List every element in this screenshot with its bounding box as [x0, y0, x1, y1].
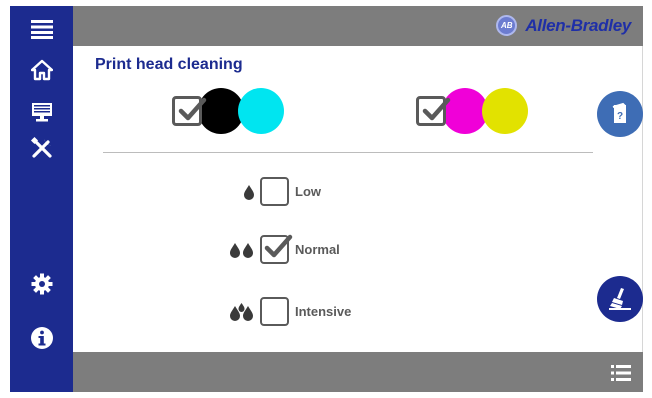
- tools-icon: [30, 136, 52, 158]
- menu-button[interactable]: [10, 9, 73, 49]
- option-low[interactable]: Low: [224, 177, 321, 206]
- menu-icon: [30, 20, 53, 39]
- option-label: Low: [295, 184, 321, 199]
- checkmark-icon: [264, 234, 293, 258]
- list-button[interactable]: [611, 364, 631, 387]
- option-label: Normal: [295, 242, 340, 257]
- settings-button[interactable]: [10, 264, 73, 304]
- option-intensive[interactable]: Intensive: [224, 297, 351, 326]
- sidebar: [10, 6, 73, 392]
- clean-button[interactable]: [597, 276, 643, 322]
- bottom-bar: [73, 352, 643, 392]
- option-normal[interactable]: Normal: [224, 234, 340, 264]
- divider: [103, 152, 593, 153]
- ink-dot-cyan: [238, 88, 284, 134]
- brand-logo: AB: [496, 15, 518, 36]
- checkmark-icon: [422, 97, 451, 121]
- tools-button[interactable]: [10, 128, 73, 168]
- ink-group-checkbox[interactable]: [172, 96, 207, 126]
- option-normal-checkbox[interactable]: [260, 234, 293, 264]
- home-button[interactable]: [10, 50, 73, 90]
- info-icon: [30, 327, 53, 349]
- option-low-checkbox[interactable]: [260, 177, 289, 206]
- top-bar: AB Allen-Bradley: [73, 6, 643, 46]
- page-title: Print head cleaning: [95, 56, 243, 73]
- double-drop-icon: [224, 242, 260, 258]
- monitor-icon: [31, 103, 52, 122]
- document-button[interactable]: ?: [597, 91, 643, 137]
- document-icon: ?: [612, 102, 626, 123]
- ink-group-magenta-yellow: [416, 88, 528, 134]
- option-intensive-checkbox[interactable]: [260, 297, 289, 326]
- checkmark-icon: [178, 97, 207, 121]
- list-icon: [611, 365, 631, 381]
- ink-group-black-cyan: [172, 88, 284, 134]
- ink-dot-yellow: [482, 88, 528, 134]
- cleaning-icon: [609, 288, 631, 310]
- single-drop-icon: [224, 184, 260, 200]
- brand-name: Allen-Bradley: [525, 15, 631, 35]
- gear-icon: [31, 273, 52, 295]
- svg-text:?: ?: [617, 111, 623, 122]
- brand: AB Allen-Bradley: [496, 15, 631, 36]
- monitor-button[interactable]: [10, 92, 73, 132]
- triple-drop-icon: [224, 302, 260, 321]
- option-label: Intensive: [295, 304, 352, 319]
- home-icon: [30, 59, 53, 81]
- info-button[interactable]: [10, 318, 73, 358]
- ink-group-checkbox[interactable]: [416, 96, 451, 126]
